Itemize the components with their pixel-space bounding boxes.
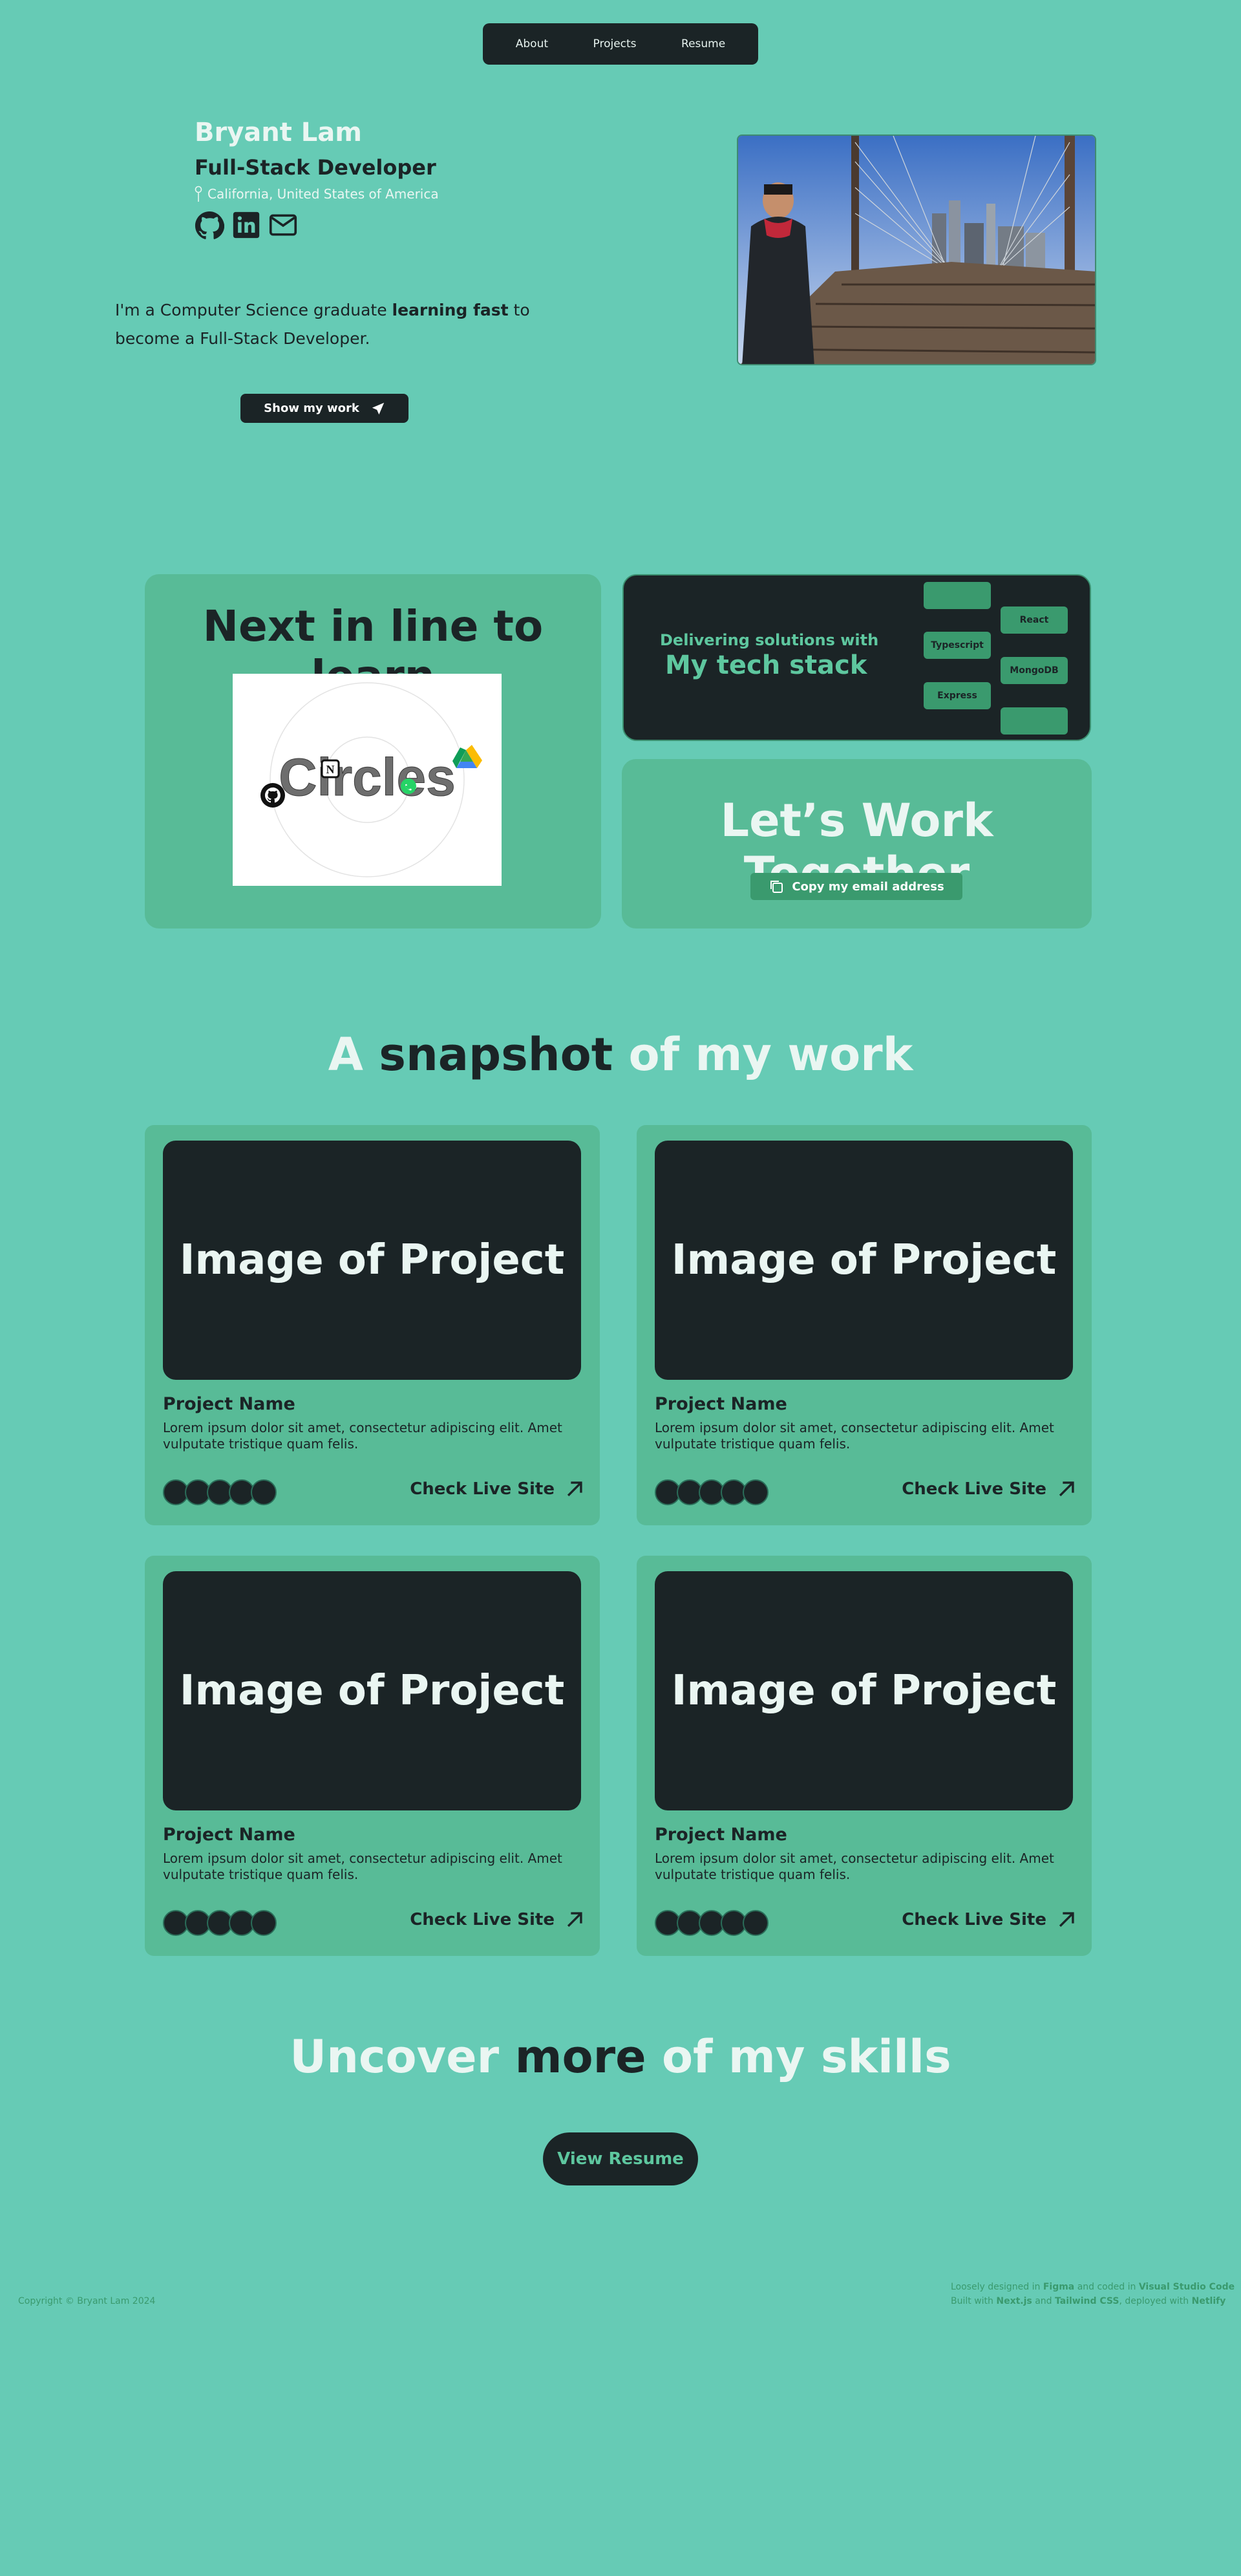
tech-icons (655, 1479, 769, 1505)
profile-photo (737, 134, 1096, 365)
copyright-text: Copyright © Bryant Lam 2024 (18, 2296, 156, 2306)
tech-icons (655, 1910, 769, 1936)
project-description: Lorem ipsum dolor sit amet, consectetur … (655, 1420, 1054, 1452)
next-to-learn-card: Next in line to learn Circles N (145, 574, 601, 928)
show-my-work-button[interactable]: Show my work (240, 394, 408, 423)
project-image: Image of Project (163, 1141, 581, 1380)
tech-stack-card: Delivering solutions with My tech stack … (622, 574, 1091, 741)
work-together-card: Let’s Work Together Copy my email addres… (622, 759, 1092, 928)
project-name: Project Name (655, 1825, 787, 1845)
project-image: Image of Project (163, 1571, 581, 1810)
nav-resume-link[interactable]: Resume (681, 38, 725, 50)
credits-line-2: Built with Next.js and Tailwind CSS, dep… (951, 2296, 1226, 2306)
tech-icons (163, 1479, 277, 1505)
tech-pill (924, 582, 991, 609)
nav-projects-link[interactable]: Projects (593, 38, 637, 50)
project-card: Image of Project Project Name Lorem ipsu… (637, 1556, 1092, 1956)
tech-dot-icon (251, 1479, 277, 1505)
hero-role: Full-Stack Developer (195, 155, 436, 180)
project-image: Image of Project (655, 1571, 1073, 1810)
arrow-up-right-icon (567, 1912, 582, 1927)
hero-name: Bryant Lam (195, 118, 362, 147)
copy-email-button[interactable]: Copy my email address (750, 873, 962, 900)
check-live-site-link[interactable]: Check Live Site (410, 1909, 586, 1931)
project-name: Project Name (163, 1825, 295, 1845)
tech-pill (1001, 707, 1068, 735)
nav-about-link[interactable]: About (516, 38, 548, 50)
circles-logo-text: Circles (279, 748, 456, 807)
tech-pill: React (1001, 606, 1068, 634)
footer-credits: Loosely designed in Figma and coded in V… (951, 2280, 1235, 2308)
check-live-site-link[interactable]: Check Live Site (902, 1909, 1077, 1931)
copy-icon (770, 881, 783, 893)
tech-dot-icon (743, 1910, 769, 1936)
tech-pill: MongoDB (1001, 657, 1068, 684)
credits-line-1: Loosely designed in Figma and coded in V… (951, 2282, 1235, 2292)
tech-icons (163, 1910, 277, 1936)
snapshot-heading: A snapshot of my work (328, 1028, 913, 1081)
tech-pill: Express (924, 682, 991, 709)
view-resume-button[interactable]: View Resume (543, 2132, 698, 2185)
hero-intro: I'm a Computer Science graduate learning… (115, 301, 530, 348)
project-description: Lorem ipsum dolor sit amet, consectetur … (655, 1851, 1054, 1882)
top-nav: About Projects Resume (483, 23, 758, 65)
project-name: Project Name (163, 1394, 295, 1414)
arrow-up-right-icon (1059, 1912, 1074, 1927)
project-card: Image of Project Project Name Lorem ipsu… (637, 1125, 1092, 1525)
tech-pill: Typescript (924, 632, 991, 659)
tech-stack-title: My tech stack (665, 650, 867, 680)
circles-logo-image: Circles N (233, 674, 502, 886)
project-card: Image of Project Project Name Lorem ipsu… (145, 1125, 600, 1525)
project-card: Image of Project Project Name Lorem ipsu… (145, 1556, 600, 1956)
project-image: Image of Project (655, 1141, 1073, 1380)
social-links (195, 211, 298, 243)
arrow-up-right-icon (1059, 1481, 1074, 1497)
project-description: Lorem ipsum dolor sit amet, consectetur … (163, 1420, 562, 1452)
send-icon (372, 402, 384, 414)
tech-dot-icon (251, 1910, 277, 1936)
github-icon[interactable] (195, 211, 225, 243)
project-description: Lorem ipsum dolor sit amet, consectetur … (163, 1851, 562, 1882)
tech-dot-icon (743, 1479, 769, 1505)
linkedin-icon[interactable] (232, 211, 260, 243)
check-live-site-link[interactable]: Check Live Site (902, 1478, 1077, 1500)
hero-location: California, United States of America (195, 186, 439, 202)
skills-heading: Uncover more of my skills (290, 2030, 951, 2083)
project-name: Project Name (655, 1394, 787, 1414)
arrow-up-right-icon (567, 1481, 582, 1497)
svg-text:N: N (326, 763, 335, 776)
tech-stack-subtitle: Delivering solutions with (660, 631, 879, 649)
location-pin-icon (195, 186, 202, 202)
check-live-site-link[interactable]: Check Live Site (410, 1478, 586, 1500)
hero-location-text: California, United States of America (207, 186, 439, 202)
mail-icon[interactable] (268, 211, 298, 243)
